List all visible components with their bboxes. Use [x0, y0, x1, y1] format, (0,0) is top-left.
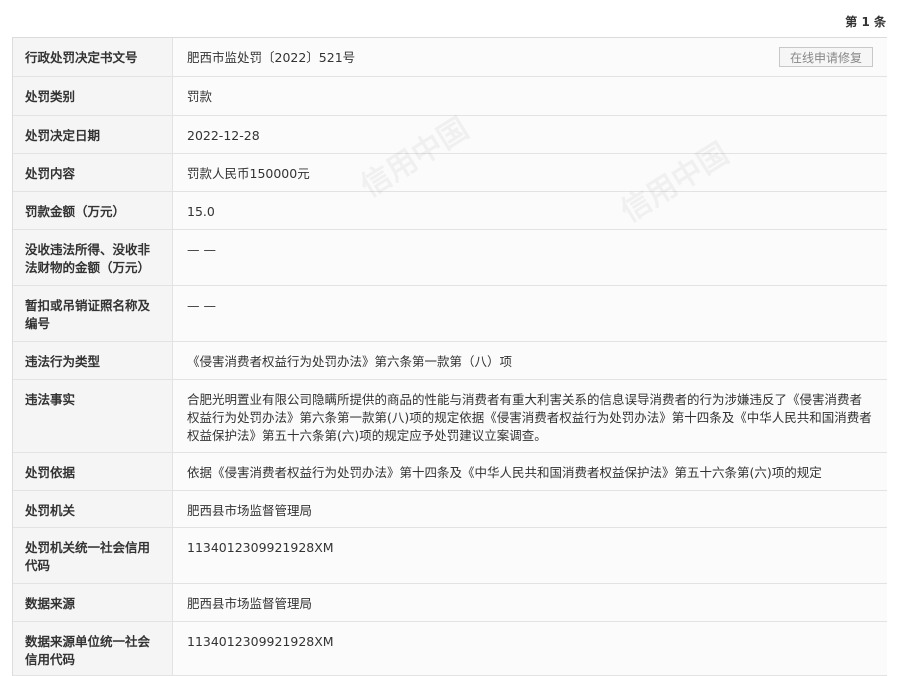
row-value: 依据《侵害消费者权益行为处罚办法》第十四条及《中华人民共和国消费者权益保护法》第…	[187, 465, 822, 480]
table-row: 违法行为类型 《侵害消费者权益行为处罚办法》第六条第一款第（八）项	[13, 342, 887, 380]
page-indicator: 第 1 条	[845, 15, 886, 29]
row-label: 违法行为类型	[13, 342, 173, 379]
table-row: 违法事实 合肥光明置业有限公司隐瞒所提供的商品的性能与消费者有重大利害关系的信息…	[13, 380, 887, 453]
row-label: 处罚决定日期	[13, 116, 173, 153]
row-value: 罚款人民币150000元	[187, 166, 310, 181]
row-label: 处罚依据	[13, 453, 173, 490]
table-row: 罚款金额（万元） 15.0	[13, 192, 887, 230]
row-label: 处罚内容	[13, 154, 173, 191]
row-value: — —	[187, 298, 216, 313]
row-value: 《侵害消费者权益行为处罚办法》第六条第一款第（八）项	[187, 354, 513, 369]
row-value: 2022-12-28	[187, 128, 260, 143]
table-row: 数据来源 肥西县市场监督管理局	[13, 584, 887, 622]
row-label: 罚款金额（万元）	[13, 192, 173, 229]
row-value: 肥西县市场监督管理局	[187, 596, 313, 611]
table-row: 数据来源单位统一社会信用代码 1134012309921928XM	[13, 622, 887, 676]
row-value: 15.0	[187, 204, 215, 219]
row-label: 处罚类别	[13, 77, 173, 115]
row-label: 行政处罚决定书文号	[13, 38, 173, 76]
table-row: 处罚内容 罚款人民币150000元	[13, 154, 887, 192]
row-value: 1134012309921928XM	[187, 634, 334, 649]
row-label: 数据来源	[13, 584, 173, 621]
top-bar: 第 1 条	[0, 0, 900, 40]
row-value: 肥西市监处罚〔2022〕521号 在线申请修复	[173, 38, 887, 76]
row-value: 罚款	[187, 89, 213, 104]
table-row: 处罚决定日期 2022-12-28	[13, 116, 887, 154]
row-label: 处罚机关统一社会信用代码	[13, 528, 173, 583]
online-repair-button[interactable]: 在线申请修复	[778, 47, 873, 67]
table-row: 处罚类别 罚款	[13, 77, 887, 116]
table-row: 处罚机关 肥西县市场监督管理局	[13, 491, 887, 528]
table-row: 暂扣或吊销证照名称及编号 — —	[13, 286, 887, 342]
row-label: 处罚机关	[13, 491, 173, 527]
table-row: 没收违法所得、没收非法财物的金额（万元） — —	[13, 230, 887, 286]
row-label: 暂扣或吊销证照名称及编号	[13, 286, 173, 341]
decision-number: 肥西市监处罚〔2022〕521号	[187, 50, 356, 65]
penalty-detail-table: 信用中国 信用中国 行政处罚决定书文号 肥西市监处罚〔2022〕521号 在线申…	[12, 37, 887, 676]
row-label: 没收违法所得、没收非法财物的金额（万元）	[13, 230, 173, 285]
table-row: 行政处罚决定书文号 肥西市监处罚〔2022〕521号 在线申请修复	[13, 38, 887, 77]
row-value: 合肥光明置业有限公司隐瞒所提供的商品的性能与消费者有重大利害关系的信息误导消费者…	[187, 392, 872, 443]
row-value: 肥西县市场监督管理局	[187, 503, 313, 518]
table-row: 处罚依据 依据《侵害消费者权益行为处罚办法》第十四条及《中华人民共和国消费者权益…	[13, 453, 887, 491]
row-label: 数据来源单位统一社会信用代码	[13, 622, 173, 675]
row-value: — —	[187, 242, 216, 257]
row-label: 违法事实	[13, 380, 173, 452]
table-row: 处罚机关统一社会信用代码 1134012309921928XM	[13, 528, 887, 584]
row-value: 1134012309921928XM	[187, 540, 334, 555]
